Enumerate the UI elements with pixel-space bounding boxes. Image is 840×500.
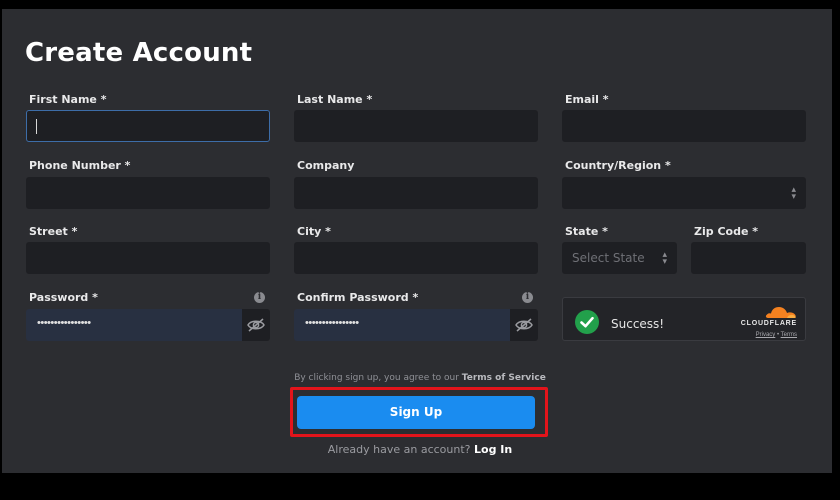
email-label: Email * bbox=[565, 93, 609, 106]
cloudflare-brand: CLOUDFLARE bbox=[740, 320, 797, 327]
state-label: State * bbox=[565, 225, 608, 238]
company-label: Company bbox=[297, 159, 355, 172]
first-name-label: First Name * bbox=[29, 93, 107, 106]
log-in-link[interactable]: Log In bbox=[474, 443, 512, 456]
country-label: Country/Region * bbox=[565, 159, 671, 172]
login-prompt: Already have an account? Log In bbox=[0, 443, 840, 456]
terms-link[interactable]: Terms bbox=[781, 332, 797, 338]
info-icon[interactable]: i bbox=[254, 292, 265, 303]
last-name-input[interactable] bbox=[294, 110, 538, 142]
email-input[interactable] bbox=[562, 110, 806, 142]
sign-up-button[interactable]: Sign Up bbox=[297, 396, 535, 429]
phone-label: Phone Number * bbox=[29, 159, 131, 172]
have-account-text: Already have an account? bbox=[327, 443, 471, 456]
password-mask: •••••••••••••••• bbox=[37, 317, 91, 329]
captcha-status: Success! bbox=[611, 317, 665, 331]
toggle-password-visibility[interactable] bbox=[242, 309, 270, 341]
toggle-confirm-password-visibility[interactable] bbox=[510, 309, 538, 341]
link-separator: • bbox=[776, 332, 780, 338]
confirm-password-mask: •••••••••••••••• bbox=[305, 317, 359, 329]
state-select-placeholder: Select State bbox=[572, 251, 645, 265]
company-input[interactable] bbox=[294, 177, 538, 209]
privacy-link[interactable]: Privacy bbox=[756, 332, 776, 338]
street-input[interactable] bbox=[26, 242, 270, 274]
text-caret bbox=[36, 119, 37, 134]
eye-slash-icon bbox=[515, 318, 533, 332]
city-label: City * bbox=[297, 225, 331, 238]
cloudflare-logo-icon bbox=[765, 307, 796, 318]
captcha-links: Privacy • Terms bbox=[756, 332, 797, 338]
terms-notice: By clicking sign up, you agree to our Te… bbox=[0, 373, 840, 383]
check-circle-icon bbox=[575, 310, 599, 334]
phone-input[interactable] bbox=[26, 177, 270, 209]
chevron-updown-icon: ▴ ▾ bbox=[791, 184, 796, 201]
confirm-password-input[interactable]: •••••••••••••••• bbox=[294, 309, 510, 341]
cloudflare-captcha[interactable]: Success! CLOUDFLARE Privacy • Terms bbox=[562, 297, 806, 341]
first-name-input[interactable] bbox=[26, 110, 270, 142]
terms-agree-text: By clicking sign up, you agree to our bbox=[294, 373, 459, 383]
page-title: Create Account bbox=[25, 38, 253, 68]
eye-slash-icon bbox=[247, 318, 265, 332]
zip-input[interactable] bbox=[691, 242, 806, 274]
country-select[interactable]: ▴ ▾ bbox=[562, 177, 806, 209]
info-icon[interactable]: i bbox=[522, 292, 533, 303]
confirm-password-label: Confirm Password * bbox=[297, 291, 419, 304]
chevron-updown-icon: ▴ ▾ bbox=[662, 249, 667, 266]
state-select[interactable]: Select State ▴ ▾ bbox=[562, 242, 677, 274]
zip-label: Zip Code * bbox=[694, 225, 758, 238]
terms-of-service-link[interactable]: Terms of Service bbox=[462, 373, 546, 383]
city-input[interactable] bbox=[294, 242, 538, 274]
password-label: Password * bbox=[29, 291, 98, 304]
last-name-label: Last Name * bbox=[297, 93, 373, 106]
street-label: Street * bbox=[29, 225, 78, 238]
password-input[interactable]: •••••••••••••••• bbox=[26, 309, 242, 341]
